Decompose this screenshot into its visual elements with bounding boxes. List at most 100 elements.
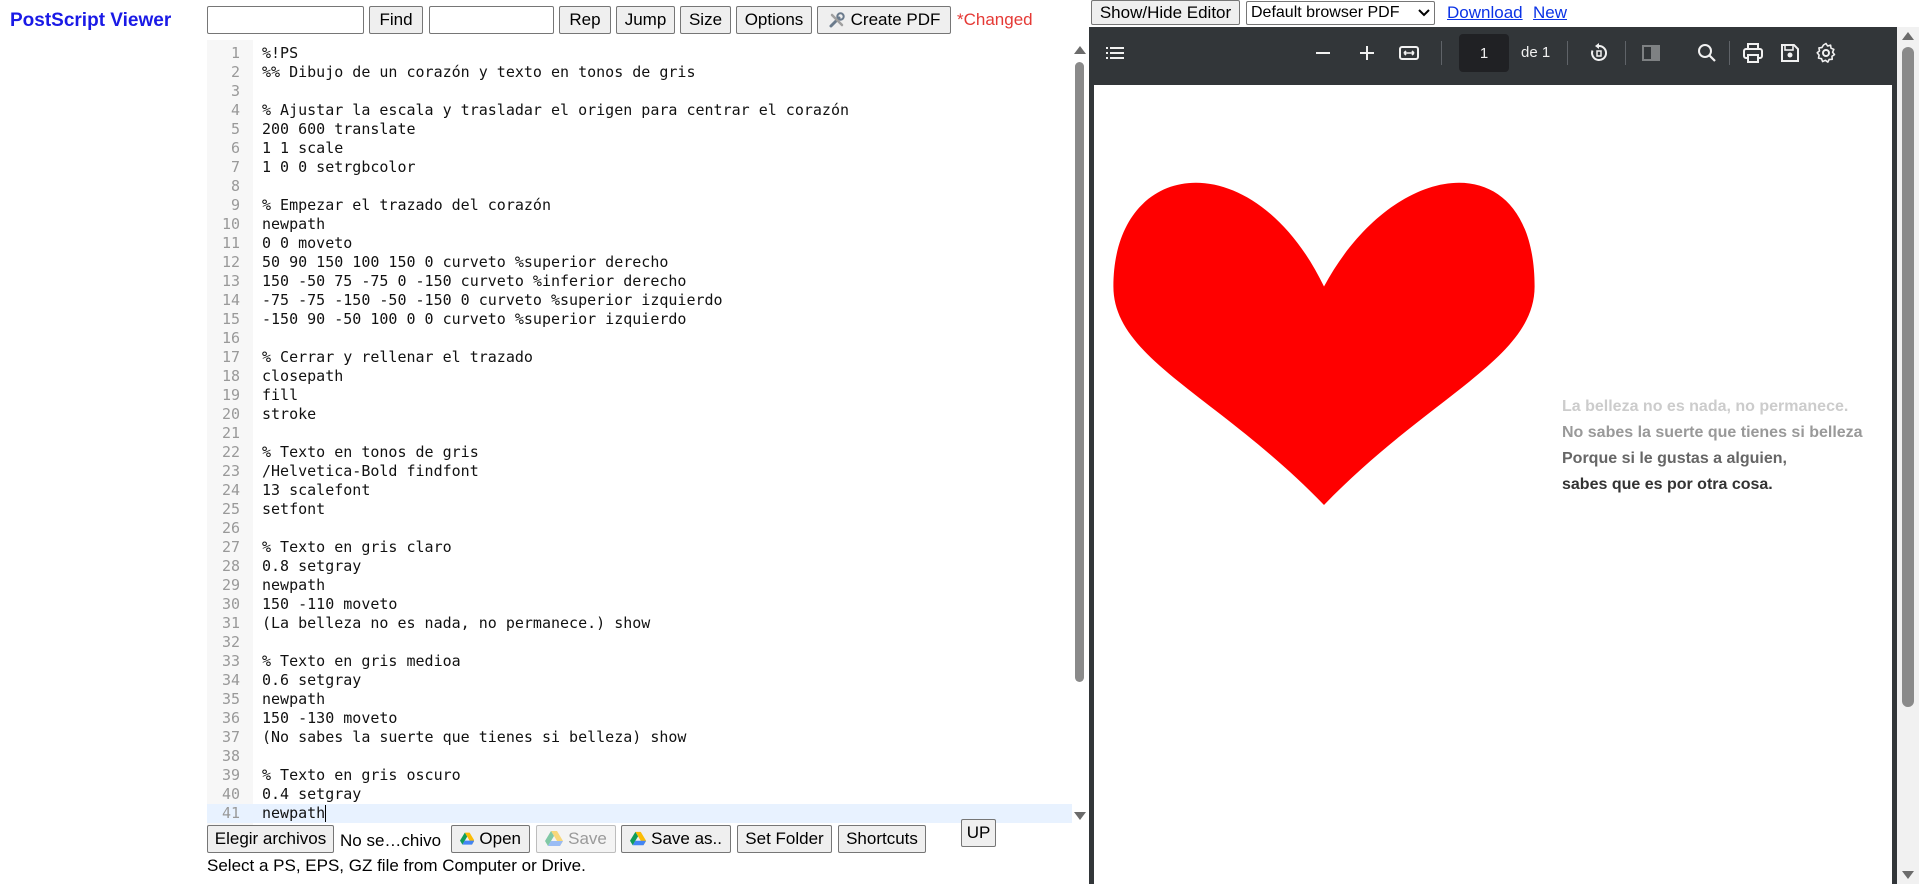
code-line[interactable]: 4 % Ajustar la escala y trasladar el orig… [207, 101, 1073, 120]
line-text: 1 0 0 setrgbcolor [262, 158, 416, 176]
create-pdf-button[interactable]: Create PDF [817, 6, 951, 34]
code-lines[interactable]: 1 %!PS 2 %% Dibujo de un corazón y texto en… [207, 44, 1073, 823]
open-button[interactable]: Open [451, 825, 530, 853]
up-label: UP [966, 823, 991, 842]
up-button[interactable]: UP [961, 819, 996, 847]
save-as-button[interactable]: Save as.. [621, 825, 731, 853]
scroll-up-arrow-icon[interactable] [1902, 32, 1914, 40]
scroll-down-arrow-icon[interactable] [1902, 871, 1914, 879]
options-button[interactable]: Options [736, 6, 812, 34]
print-icon[interactable] [1741, 41, 1765, 65]
editor-scroll-thumb[interactable] [1075, 62, 1084, 682]
replace-input[interactable] [429, 6, 554, 34]
line-number: 15 [221, 310, 240, 328]
new-link[interactable]: New [1533, 3, 1567, 23]
editor-scrollbar[interactable] [1072, 40, 1087, 826]
find-button[interactable]: Find [369, 6, 423, 34]
code-editor[interactable]: 1 %!PS 2 %% Dibujo de un corazón y texto en… [207, 40, 1087, 826]
code-line[interactable]: 30 150 -110 moveto [207, 595, 1073, 614]
code-line[interactable]: 40 0.4 setgray [207, 785, 1073, 804]
code-line[interactable]: 5 200 600 translate [207, 120, 1073, 139]
choose-files-label: Elegir archivos [214, 829, 327, 848]
code-line[interactable]: 16 [207, 329, 1073, 348]
line-text: setfont [262, 500, 326, 518]
code-line[interactable]: 19 fill [207, 386, 1073, 405]
code-line[interactable]: 39 % Texto en gris oscuro [207, 766, 1073, 785]
code-line[interactable]: 37 (No sabes la suerte que tienes si bell… [207, 728, 1073, 747]
code-line[interactable]: 28 0.8 setgray [207, 557, 1073, 576]
code-line[interactable]: 32 [207, 633, 1073, 652]
code-line[interactable]: 3 [207, 82, 1073, 101]
page-number-input[interactable]: 1 [1459, 34, 1509, 72]
code-line[interactable]: 34 0.6 setgray [207, 671, 1073, 690]
download-link[interactable]: Download [1447, 3, 1523, 23]
scroll-down-arrow-icon[interactable] [1074, 812, 1086, 820]
code-line[interactable]: 6 1 1 scale [207, 139, 1073, 158]
save-label: Save [568, 829, 607, 848]
code-line[interactable]: 7 1 0 0 setrgbcolor [207, 158, 1073, 177]
scroll-up-arrow-icon[interactable] [1074, 46, 1086, 54]
line-number: 25 [221, 500, 240, 518]
size-button[interactable]: Size [680, 6, 731, 34]
code-line[interactable]: 17 % Cerrar y rellenar el trazado [207, 348, 1073, 367]
code-line[interactable]: 11 0 0 moveto [207, 234, 1073, 253]
code-line[interactable]: 41 newpath [207, 804, 1073, 823]
code-line[interactable]: 18 closepath [207, 367, 1073, 386]
save-button[interactable]: Save [536, 825, 616, 853]
show-hide-editor-label: Show/Hide Editor [1099, 2, 1232, 22]
code-line[interactable]: 22 % Texto en tonos de gris [207, 443, 1073, 462]
code-line[interactable]: 35 newpath [207, 690, 1073, 709]
code-line[interactable]: 26 [207, 519, 1073, 538]
code-line[interactable]: 29 newpath [207, 576, 1073, 595]
outline-menu-icon[interactable] [1103, 41, 1127, 65]
code-line[interactable]: 24 13 scalefont [207, 481, 1073, 500]
code-line[interactable]: 38 [207, 747, 1073, 766]
line-number: 2 [230, 63, 240, 81]
code-line[interactable]: 33 % Texto en gris medioa [207, 652, 1073, 671]
pdf-page: La belleza no es nada, no permanece. No s… [1094, 85, 1892, 884]
show-hide-editor-button[interactable]: Show/Hide Editor [1091, 0, 1240, 25]
code-line[interactable]: 14 -75 -75 -150 -50 -150 0 curveto %super… [207, 291, 1073, 310]
code-line[interactable]: 25 setfont [207, 500, 1073, 519]
line-text: 1 1 scale [262, 139, 344, 157]
two-page-view-icon[interactable] [1639, 41, 1663, 65]
heart-path [1113, 182, 1535, 505]
settings-gear-icon[interactable] [1814, 41, 1838, 65]
code-line[interactable]: 31 (La belleza no es nada, no permanece.)… [207, 614, 1073, 633]
choose-files-button[interactable]: Elegir archivos [207, 825, 334, 853]
line-text: 150 -50 75 -75 0 -150 curveto %inferior … [262, 272, 687, 290]
line-number: 5 [230, 120, 240, 138]
pdf-mode-select[interactable]: Default browser PDF [1246, 1, 1435, 25]
code-line[interactable]: 1 %!PS [207, 44, 1073, 63]
code-line[interactable]: 12 50 90 150 100 150 0 curveto %superior … [207, 253, 1073, 272]
code-line[interactable]: 23/Helvetica-Bold findfont [207, 462, 1073, 481]
shortcuts-button[interactable]: Shortcuts [838, 825, 926, 853]
search-icon[interactable] [1695, 41, 1719, 65]
code-line[interactable]: 27 % Texto en gris claro [207, 538, 1073, 557]
jump-button[interactable]: Jump [616, 6, 675, 34]
code-line[interactable]: 13 150 -50 75 -75 0 -150 curveto %inferio… [207, 272, 1073, 291]
rotate-icon[interactable] [1587, 41, 1611, 65]
google-drive-icon [460, 832, 475, 845]
code-line[interactable]: 15 -150 90 -50 100 0 0 curveto %superior … [207, 310, 1073, 329]
viewer-scroll-thumb[interactable] [1902, 47, 1914, 707]
code-line[interactable]: 10 newpath [207, 215, 1073, 234]
replace-button[interactable]: Rep [559, 6, 611, 34]
line-number: 3 [230, 82, 240, 100]
fit-page-icon[interactable] [1397, 41, 1421, 65]
line-number: 26 [221, 519, 240, 537]
code-line[interactable]: 20 stroke [207, 405, 1073, 424]
code-line[interactable]: 21 [207, 424, 1073, 443]
zoom-out-icon[interactable] [1311, 41, 1335, 65]
pdf-mode-selected: Default browser PDF [1251, 4, 1400, 21]
set-folder-button[interactable]: Set Folder [737, 825, 832, 853]
viewer-scrollbar[interactable] [1897, 27, 1919, 884]
code-line[interactable]: 2 %% Dibujo de un corazón y texto en tono… [207, 63, 1073, 82]
save-icon[interactable] [1778, 41, 1802, 65]
find-input[interactable] [207, 6, 364, 34]
code-line[interactable]: 9 % Empezar el trazado del corazón [207, 196, 1073, 215]
code-line[interactable]: 36 150 -130 moveto [207, 709, 1073, 728]
line-number: 14 [221, 291, 240, 309]
code-line[interactable]: 8 [207, 177, 1073, 196]
zoom-in-icon[interactable] [1355, 41, 1379, 65]
